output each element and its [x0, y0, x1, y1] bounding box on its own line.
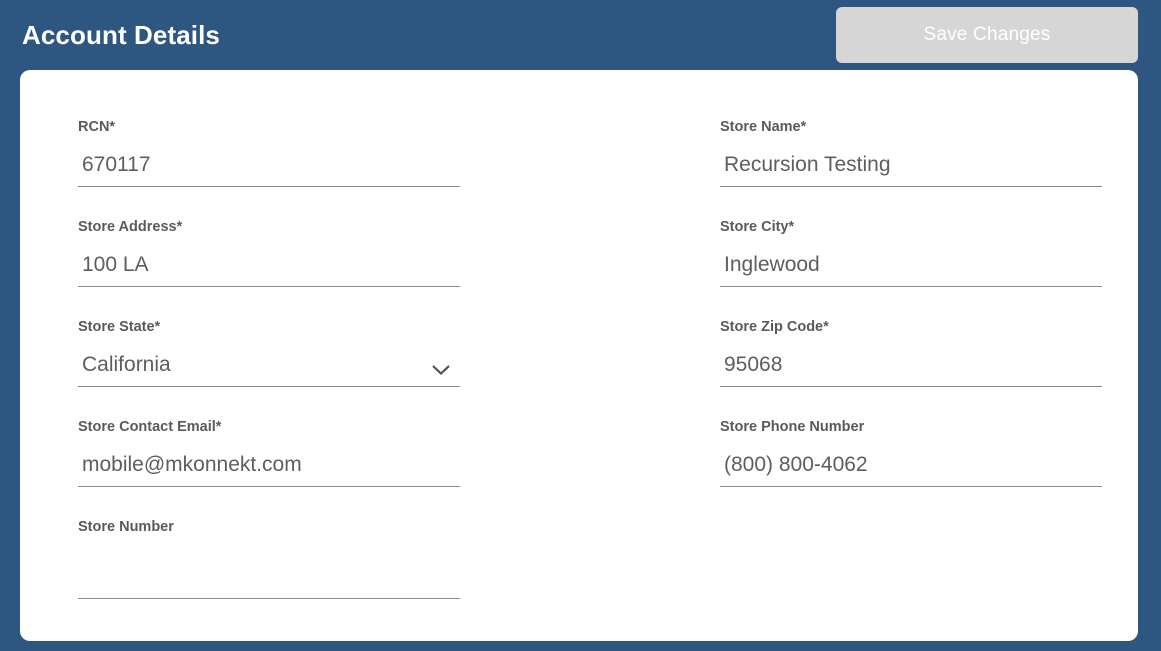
label-store-city: Store City*: [720, 219, 795, 235]
control-store-phone-number: [720, 449, 1102, 487]
input-store-name[interactable]: [720, 152, 1102, 186]
input-store-phone-number[interactable]: [720, 452, 1102, 486]
input-store-contact-email[interactable]: [78, 452, 460, 486]
field-store-state: Store State*: [78, 320, 460, 387]
label-store-phone-number: Store Phone Number: [720, 419, 865, 435]
input-store-zip-code[interactable]: [720, 352, 1102, 386]
page-title: Account Details: [22, 20, 220, 50]
control-store-city: [720, 249, 1102, 287]
control-store-zip-code: [720, 349, 1102, 387]
label-store-address: Store Address*: [78, 219, 183, 235]
field-store-contact-email: Store Contact Email*: [78, 420, 460, 487]
field-store-name: Store Name*: [720, 120, 1102, 187]
save-changes-button[interactable]: Save Changes: [836, 7, 1138, 63]
label-store-state: Store State*: [78, 319, 161, 335]
control-store-name: [720, 149, 1102, 187]
save-changes-label: Save Changes: [923, 24, 1051, 45]
field-store-address: Store Address*: [78, 220, 460, 287]
field-store-phone-number: Store Phone Number: [720, 420, 1102, 487]
input-store-city[interactable]: [720, 252, 1102, 286]
label-rcn: RCN*: [78, 119, 116, 135]
field-rcn: RCN*: [78, 120, 460, 187]
label-store-number: Store Number: [78, 519, 174, 535]
input-store-number[interactable]: [78, 564, 460, 598]
control-rcn: [78, 149, 460, 187]
field-store-zip-code: Store Zip Code*: [720, 320, 1102, 387]
field-store-city: Store City*: [720, 220, 1102, 287]
label-store-zip-code: Store Zip Code*: [720, 319, 829, 335]
control-store-contact-email: [78, 449, 460, 487]
account-details-page: Account Details Save Changes RCN* Store N…: [0, 0, 1161, 651]
account-details-card: RCN* Store Name* Store Address* Store City*…: [20, 70, 1138, 641]
input-rcn[interactable]: [78, 152, 460, 186]
control-store-state: [78, 349, 460, 387]
label-store-contact-email: Store Contact Email*: [78, 419, 222, 435]
input-store-address[interactable]: [78, 252, 460, 286]
control-store-address: [78, 249, 460, 287]
select-store-state[interactable]: [78, 352, 460, 386]
label-store-name: Store Name*: [720, 119, 807, 135]
field-store-number: Store Number: [78, 520, 460, 599]
control-store-number: [78, 564, 460, 599]
page-header: Account Details Save Changes: [0, 0, 1161, 70]
